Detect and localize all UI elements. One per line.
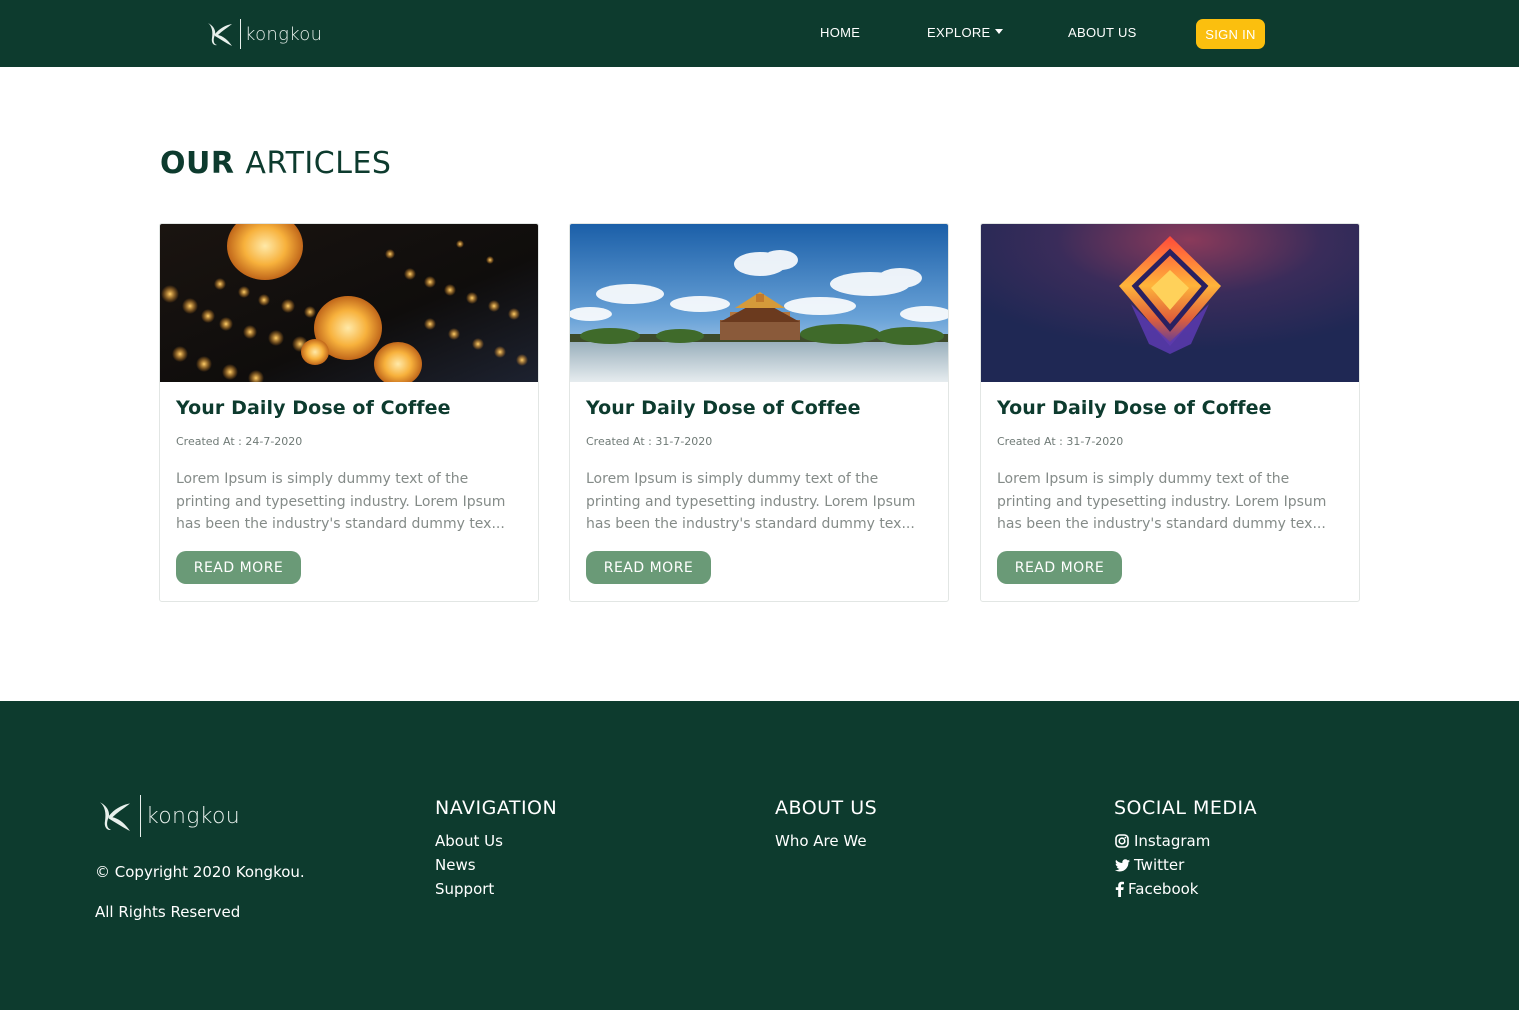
page-title-bold: OUR <box>160 146 235 181</box>
article-excerpt: Lorem Ipsum is simply dummy text of the … <box>176 471 506 532</box>
brand-name: kongkou <box>245 23 323 45</box>
article-card: Your Daily Dose of Coffee Created At : 2… <box>159 223 539 602</box>
twitter-label: Twitter <box>1134 856 1185 874</box>
brand-divider <box>140 795 141 837</box>
read-more-button[interactable]: READ MORE <box>997 551 1122 584</box>
brand-divider <box>240 19 241 49</box>
nav-explore-label: EXPLORE <box>927 25 991 40</box>
article-excerpt: Lorem Ipsum is simply dummy text of the … <box>997 471 1327 532</box>
article-image-palace[interactable] <box>570 224 948 382</box>
footer-link-instagram[interactable]: Instagram <box>1114 829 1257 853</box>
article-title[interactable]: Your Daily Dose of Coffee <box>586 397 861 419</box>
nav-explore[interactable]: EXPLORE <box>927 25 1003 40</box>
facebook-label: Facebook <box>1128 880 1199 898</box>
k-logo-icon <box>208 23 232 46</box>
page-title: OUR ARTICLES <box>160 146 391 181</box>
page-title-rest: ARTICLES <box>245 146 392 181</box>
read-more-button[interactable]: READ MORE <box>176 551 301 584</box>
footer-link-news[interactable]: News <box>435 853 557 877</box>
twitter-icon <box>1114 857 1130 873</box>
footer-brand-logo[interactable]: kongkou <box>95 795 240 837</box>
footer-link-about-us[interactable]: About Us <box>435 829 557 853</box>
instagram-label: Instagram <box>1134 832 1211 850</box>
footer-link-facebook[interactable]: Facebook <box>1114 877 1257 901</box>
footer-link-twitter[interactable]: Twitter <box>1114 853 1257 877</box>
article-title[interactable]: Your Daily Dose of Coffee <box>176 397 451 419</box>
k-logo-icon <box>100 802 130 831</box>
article-card: Your Daily Dose of Coffee Created At : 3… <box>980 223 1360 602</box>
article-image-abstract[interactable] <box>981 224 1359 382</box>
instagram-icon <box>1114 833 1130 849</box>
article-image-lanterns[interactable] <box>160 224 538 382</box>
site-footer: kongkou © Copyright 2020 Kongkou. All Ri… <box>0 701 1519 1010</box>
article-date: Created At : 31-7-2020 <box>586 435 713 448</box>
top-navbar: kongkou HOME EXPLORE ABOUT US SIGN IN <box>0 0 1519 67</box>
caret-down-icon <box>994 29 1003 34</box>
footer-copyright: © Copyright 2020 Kongkou. <box>95 863 305 881</box>
brand-logo[interactable]: kongkou <box>204 16 322 52</box>
article-excerpt: Lorem Ipsum is simply dummy text of the … <box>586 471 916 532</box>
footer-about-heading: ABOUT US <box>775 797 878 819</box>
footer-rights: All Rights Reserved <box>95 903 241 921</box>
nav-about-us[interactable]: ABOUT US <box>1068 25 1137 40</box>
nav-home[interactable]: HOME <box>820 25 860 40</box>
facebook-icon <box>1114 881 1124 897</box>
footer-navigation: NAVIGATION About Us News Support <box>435 797 557 901</box>
article-date: Created At : 24-7-2020 <box>176 435 303 448</box>
read-more-button[interactable]: READ MORE <box>586 551 711 584</box>
sign-in-button[interactable]: SIGN IN <box>1196 19 1265 49</box>
article-title[interactable]: Your Daily Dose of Coffee <box>997 397 1272 419</box>
article-date: Created At : 31-7-2020 <box>997 435 1124 448</box>
footer-navigation-heading: NAVIGATION <box>435 797 558 819</box>
footer-link-support[interactable]: Support <box>435 877 557 901</box>
footer-about: ABOUT US Who Are We <box>775 797 877 853</box>
footer-social-heading: SOCIAL MEDIA <box>1114 797 1258 819</box>
footer-brand-name: kongkou <box>146 803 241 829</box>
footer-social: SOCIAL MEDIA Instagram Twitter Facebook <box>1114 797 1257 901</box>
article-card: Your Daily Dose of Coffee Created At : 3… <box>569 223 949 602</box>
footer-link-who-are-we[interactable]: Who Are We <box>775 829 877 853</box>
